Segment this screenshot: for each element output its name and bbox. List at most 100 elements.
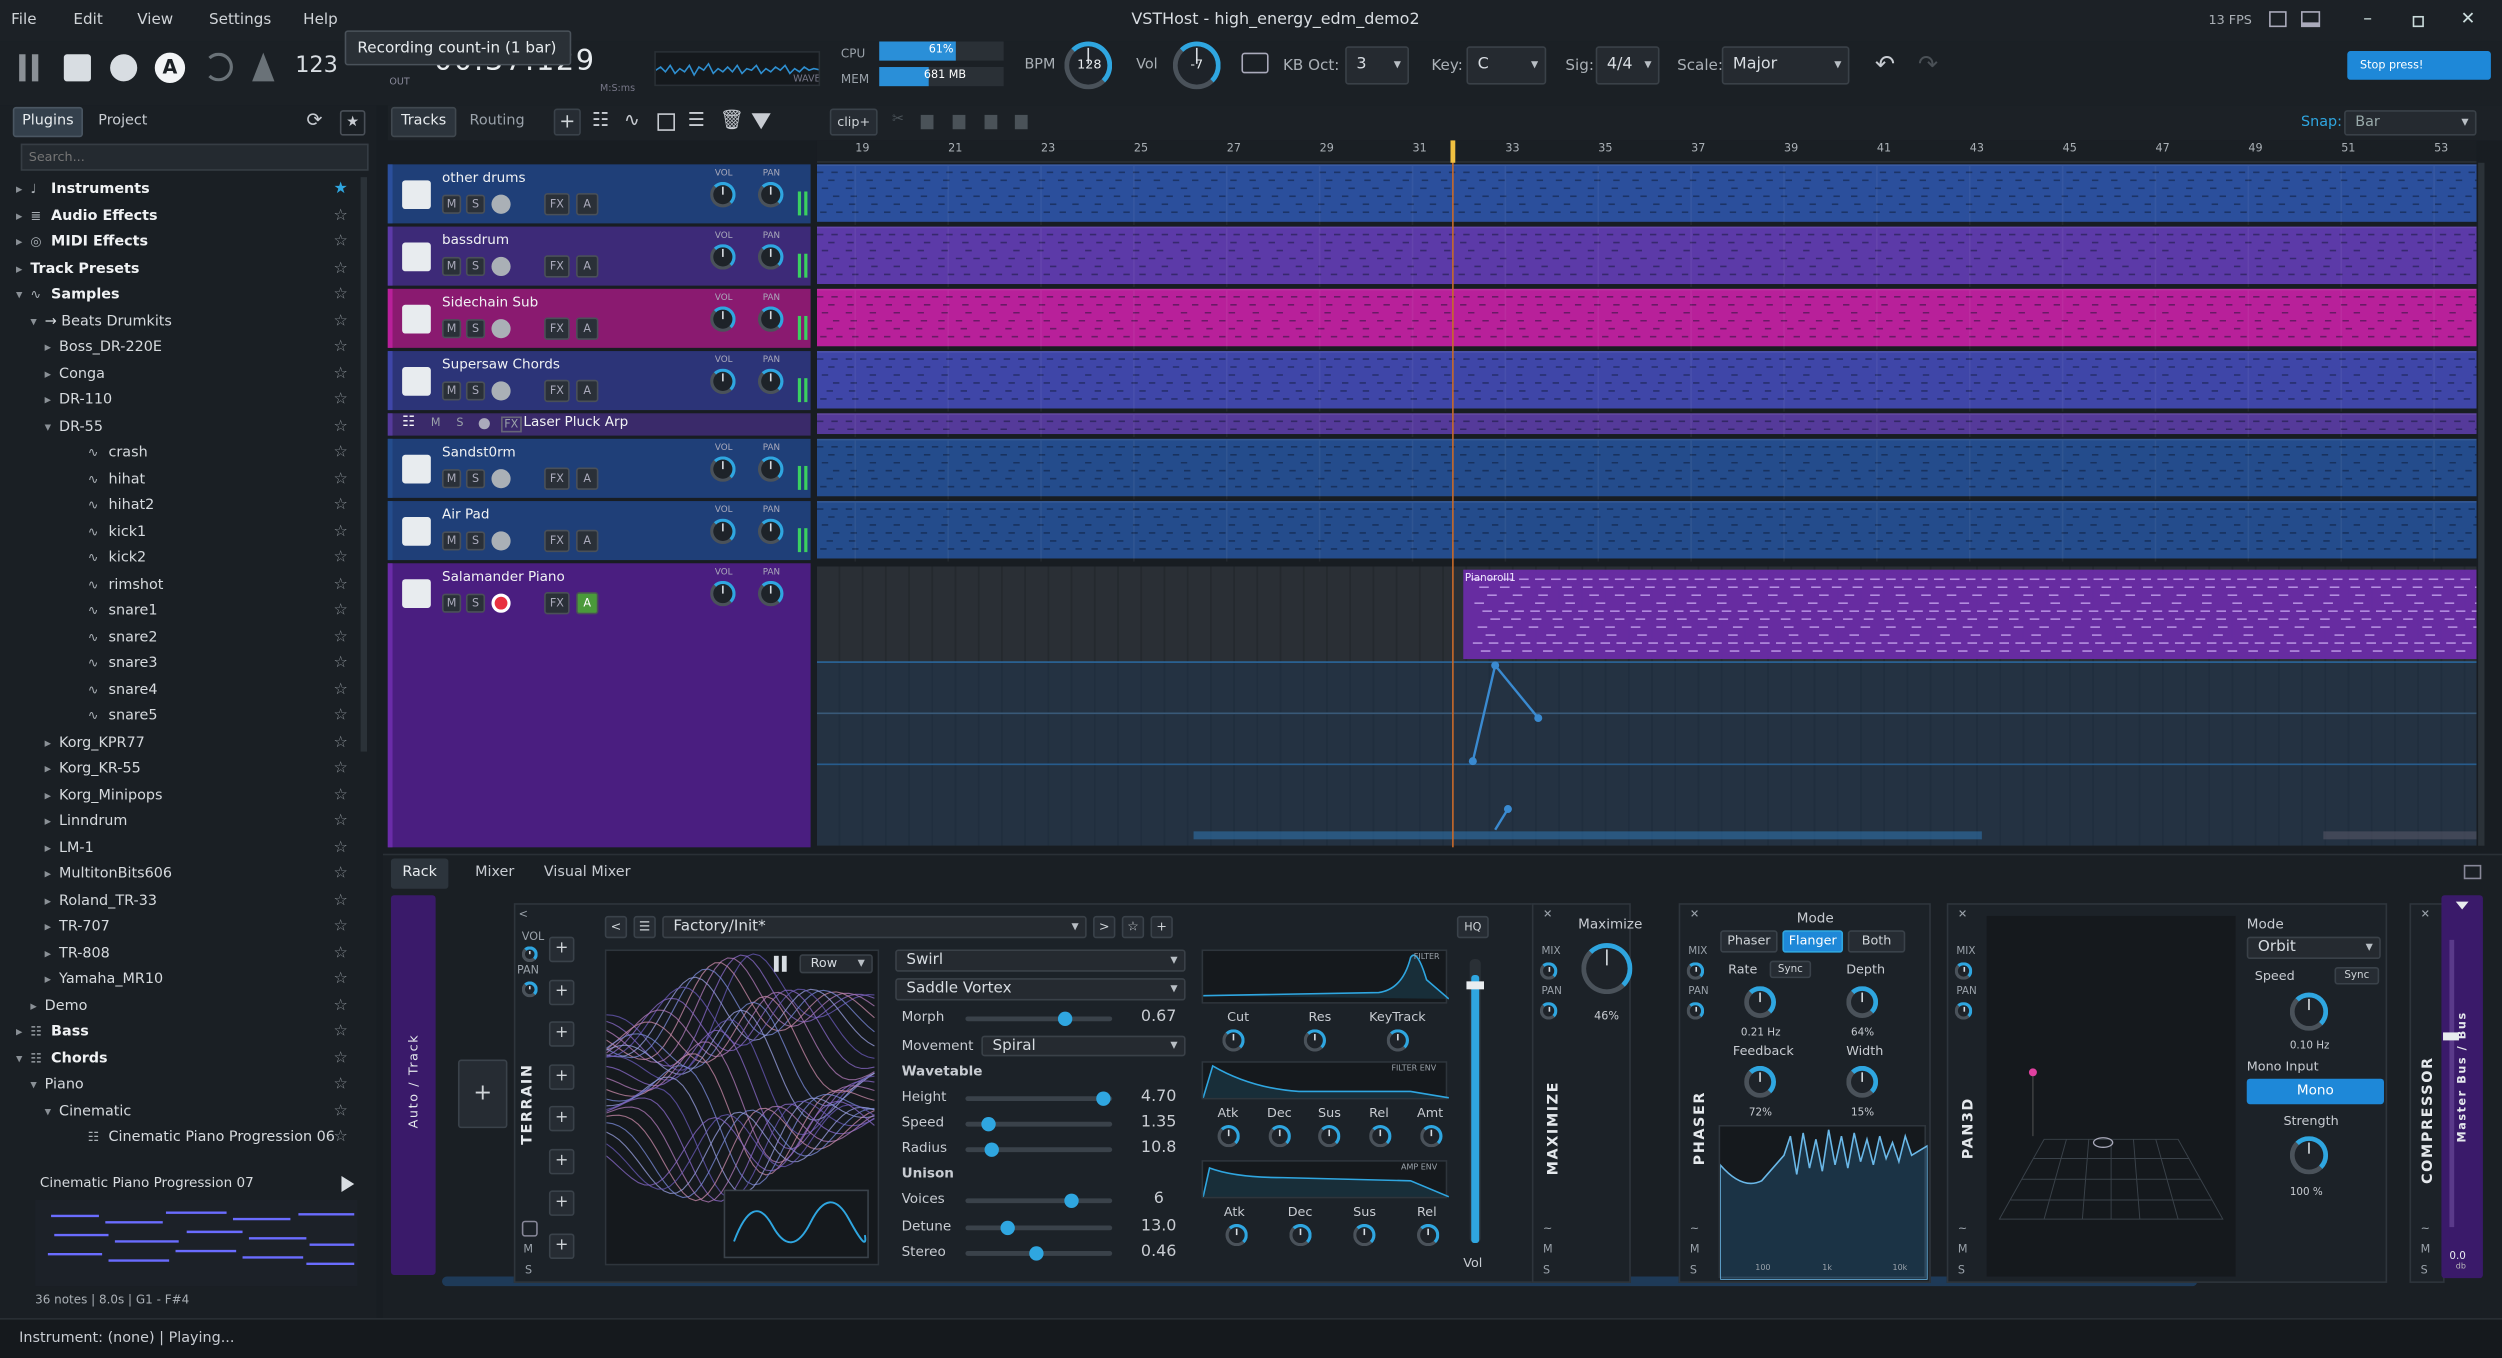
menu-settings[interactable]: Settings — [209, 11, 271, 29]
terrain-wave-icon[interactable] — [521, 1220, 538, 1237]
chevron-right-icon[interactable]: ▸ — [45, 967, 51, 993]
refresh-icon[interactable]: ⟳ — [306, 109, 322, 131]
fenv-atk-knob[interactable] — [1217, 1124, 1240, 1148]
star-icon[interactable]: ☆ — [334, 256, 348, 282]
track-lane[interactable] — [816, 501, 2482, 562]
mono-button[interactable]: Mono — [2246, 1078, 2384, 1105]
tree-item[interactable]: ▾ ∿ Samples ☆ — [16, 282, 377, 308]
star-icon[interactable]: ☆ — [334, 282, 348, 308]
track-header[interactable]: Sidechain Sub M S FX A VOL PAN — [387, 288, 811, 348]
tree-item[interactable]: ▸ Korg_KR-55 ☆ — [16, 756, 377, 782]
chevron-right-icon[interactable]: ▸ — [16, 177, 22, 203]
shape2-select[interactable]: Saddle Vortex — [895, 978, 1186, 1001]
menu-file[interactable]: File — [11, 11, 36, 29]
pan3d-sync-button[interactable]: Sync — [2334, 966, 2380, 985]
mute-button[interactable]: M — [431, 416, 441, 429]
scale-select[interactable]: Major — [1721, 46, 1850, 85]
star-icon[interactable]: ☆ — [334, 309, 348, 335]
chevron-right-icon[interactable]: ▸ — [45, 730, 51, 756]
auto-icon[interactable]: A — [154, 52, 186, 83]
tab-project[interactable]: Project — [89, 107, 156, 137]
automation-button[interactable]: A — [576, 193, 599, 216]
chevron-right-icon[interactable]: ▸ — [45, 941, 51, 967]
arrange-scrollbar[interactable] — [2478, 162, 2485, 846]
tree-item[interactable]: ∿ hihat2 ☆ — [16, 493, 377, 519]
row-mode-select[interactable]: Row — [799, 954, 873, 974]
track-header[interactable]: bassdrum M S FX A VOL PAN — [387, 226, 811, 286]
compressor-mute[interactable]: M — [2421, 1243, 2431, 1256]
tree-item[interactable]: ▸ ☷ Bass ☆ — [16, 1020, 377, 1046]
res-knob[interactable] — [1303, 1029, 1327, 1052]
fx-button[interactable]: FX — [501, 416, 522, 433]
track-vol-knob[interactable] — [710, 306, 736, 332]
tree-item[interactable]: ▸ ≣ Audio Effects ☆ — [16, 203, 377, 229]
chevron-right-icon[interactable]: ▸ — [30, 993, 36, 1019]
star-icon[interactable]: ☆ — [334, 1125, 348, 1151]
track-lane[interactable] — [816, 438, 2482, 500]
solo-button[interactable]: S — [456, 416, 463, 429]
pan3d-mute[interactable]: M — [1958, 1243, 1968, 1256]
tree-item[interactable]: ☷ Cinematic Piano Progression 06 ☆ — [16, 1125, 377, 1151]
chevron-down-icon[interactable]: ▾ — [30, 309, 36, 335]
track-lane[interactable] — [816, 351, 2482, 412]
add-slot-button[interactable]: + — [548, 978, 575, 1005]
speed-slider[interactable] — [965, 1116, 1113, 1132]
tree-item[interactable]: ▸ ♩ Instruments ★ — [16, 177, 377, 203]
stereo-slider[interactable] — [965, 1246, 1113, 1261]
automation-button[interactable]: A — [576, 529, 599, 553]
tree-item[interactable]: ▸ DR-110 ☆ — [16, 388, 377, 414]
save-preset-button[interactable]: + — [1150, 915, 1173, 939]
shape1-select[interactable]: Swirl — [895, 949, 1186, 972]
tree-item[interactable]: ▸ Roland_TR-33 ☆ — [16, 888, 377, 914]
automation-button[interactable]: A — [576, 317, 599, 340]
kb-oct-select[interactable]: 3 — [1345, 46, 1410, 85]
stop-press-button[interactable]: Stop press! — [2347, 51, 2491, 80]
tree-item[interactable]: ∿ crash ☆ — [16, 440, 377, 466]
morph-slider[interactable] — [965, 1011, 1113, 1027]
track-pan-knob[interactable] — [757, 580, 784, 607]
solo-button[interactable]: S — [465, 256, 486, 277]
cut-knob[interactable] — [1222, 1029, 1245, 1052]
preview-play-icon[interactable] — [341, 1176, 355, 1192]
favorite-preset-button[interactable]: ☆ — [1121, 915, 1145, 939]
browser-scrollbar[interactable] — [360, 177, 368, 752]
star-icon[interactable]: ☆ — [334, 519, 348, 545]
tree-item[interactable]: ∿ rimshot ☆ — [16, 572, 377, 598]
solo-button[interactable]: S — [465, 194, 486, 214]
chevron-right-icon[interactable]: ▸ — [45, 862, 51, 888]
rate-sync-button[interactable]: Sync — [1769, 960, 1812, 979]
track-header[interactable]: Sandst0rm M S FX A VOL PAN — [387, 438, 811, 498]
maximize-mix-knob[interactable] — [1539, 962, 1558, 980]
chevron-down-icon[interactable]: ▾ — [30, 1072, 36, 1098]
tree-item[interactable]: ▸ Linndrum ☆ — [16, 809, 377, 835]
fenv-rel-knob[interactable] — [1369, 1124, 1392, 1148]
prev-preset-button[interactable]: < — [604, 915, 628, 939]
mute-button[interactable]: M — [442, 469, 462, 489]
tree-item[interactable]: ∿ snare2 ☆ — [16, 625, 377, 651]
add-slot-button[interactable]: + — [548, 1190, 575, 1216]
fx-button[interactable]: FX — [544, 529, 570, 553]
solo-button[interactable]: S — [465, 531, 486, 551]
maximize-knob[interactable] — [1581, 943, 1633, 995]
star-icon[interactable]: ☆ — [334, 440, 348, 466]
maximize-icon[interactable] — [2412, 15, 2424, 28]
width-knob[interactable] — [1846, 1065, 1879, 1098]
audio-wave-icon[interactable]: ∿ — [624, 109, 640, 131]
chevron-right-icon[interactable]: ▸ — [45, 888, 51, 914]
aenv-sus-knob[interactable] — [1353, 1223, 1376, 1247]
chevron-right-icon[interactable]: ▸ — [45, 335, 51, 361]
grid-icon[interactable] — [657, 113, 675, 131]
star-icon[interactable]: ☆ — [334, 1046, 348, 1072]
master-dropdown-icon[interactable] — [2455, 901, 2469, 910]
chevron-down-icon[interactable]: ▾ — [45, 1099, 51, 1125]
layout-icon[interactable] — [2269, 11, 2287, 28]
star-icon[interactable]: ☆ — [334, 414, 348, 440]
filter-env-graph[interactable]: FILTER ENV — [1201, 1061, 1450, 1100]
snap-select[interactable]: Bar — [2344, 110, 2477, 136]
pan3d-space[interactable] — [1986, 915, 2236, 1277]
chevron-down-icon[interactable]: ▾ — [16, 282, 22, 308]
tree-item[interactable]: ▸ TR-707 ☆ — [16, 914, 377, 940]
automation-button[interactable]: A — [576, 592, 599, 615]
record-arm-button[interactable] — [491, 469, 511, 489]
search-input[interactable] — [20, 143, 369, 171]
